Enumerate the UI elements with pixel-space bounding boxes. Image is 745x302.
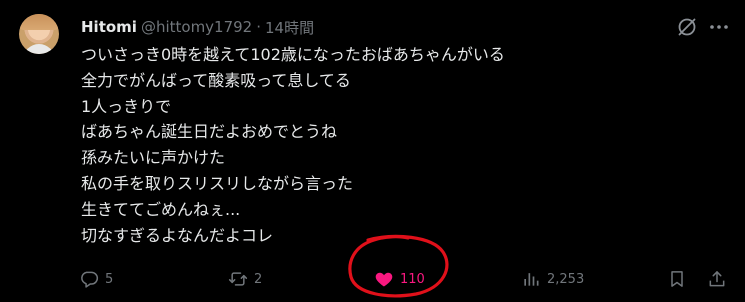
separator-dot: · xyxy=(256,18,262,36)
views-icon xyxy=(524,273,539,286)
post-timestamp[interactable]: 14時間 xyxy=(265,17,314,38)
post-card[interactable]: Hitomi @hittomy1792 · 14時間 ついさっき0時を越えて10… xyxy=(0,0,745,302)
reply-count: 5 xyxy=(105,271,114,287)
post-line: 1人っきりで xyxy=(81,96,172,116)
share-button[interactable] xyxy=(707,266,727,292)
post-header: Hitomi @hittomy1792 · 14時間 xyxy=(81,16,314,38)
bookmark-button[interactable] xyxy=(667,266,687,292)
post-line: 生きててごめんねぇ... xyxy=(81,199,241,219)
action-bar: 5 2 110 2,253 xyxy=(0,266,745,292)
repost-count: 2 xyxy=(254,271,263,287)
like-count: 110 xyxy=(400,271,425,287)
post-body: ついさっき0時を越えて102歳になったおばあちゃんがいる 全力でがんばって酸素吸… xyxy=(81,42,721,248)
bookmark-icon xyxy=(671,271,683,287)
repost-icon xyxy=(228,272,248,286)
post-line: 全力でがんばって酸素吸って息してる xyxy=(81,70,351,90)
avatar-hair xyxy=(19,14,59,30)
reply-button[interactable]: 5 xyxy=(79,266,113,292)
heart-icon xyxy=(375,272,393,287)
repost-button[interactable]: 2 xyxy=(228,266,262,292)
post-line: 孫みたいに声かけた xyxy=(81,148,226,168)
views-count: 2,253 xyxy=(547,271,585,287)
reply-icon xyxy=(81,271,99,288)
share-icon xyxy=(709,271,725,287)
views-button[interactable]: 2,253 xyxy=(521,266,584,292)
avatar-shirt xyxy=(23,44,55,54)
grok-icon[interactable] xyxy=(676,16,698,38)
like-button[interactable]: 110 xyxy=(374,266,425,292)
avatar[interactable] xyxy=(19,14,59,54)
post-line: ついさっき0時を越えて102歳になったおばあちゃんがいる xyxy=(81,45,505,64)
post-line: 切なすぎるよなんだよコレ xyxy=(81,225,274,245)
post-line: 私の手を取りスリスリしながら言った xyxy=(81,173,354,193)
more-icon[interactable] xyxy=(708,16,730,38)
author-name[interactable]: Hitomi xyxy=(81,18,137,36)
author-handle[interactable]: @hittomy1792 xyxy=(141,18,252,36)
post-line: ばあちゃん誕生日だよおめでとうね xyxy=(81,122,338,142)
